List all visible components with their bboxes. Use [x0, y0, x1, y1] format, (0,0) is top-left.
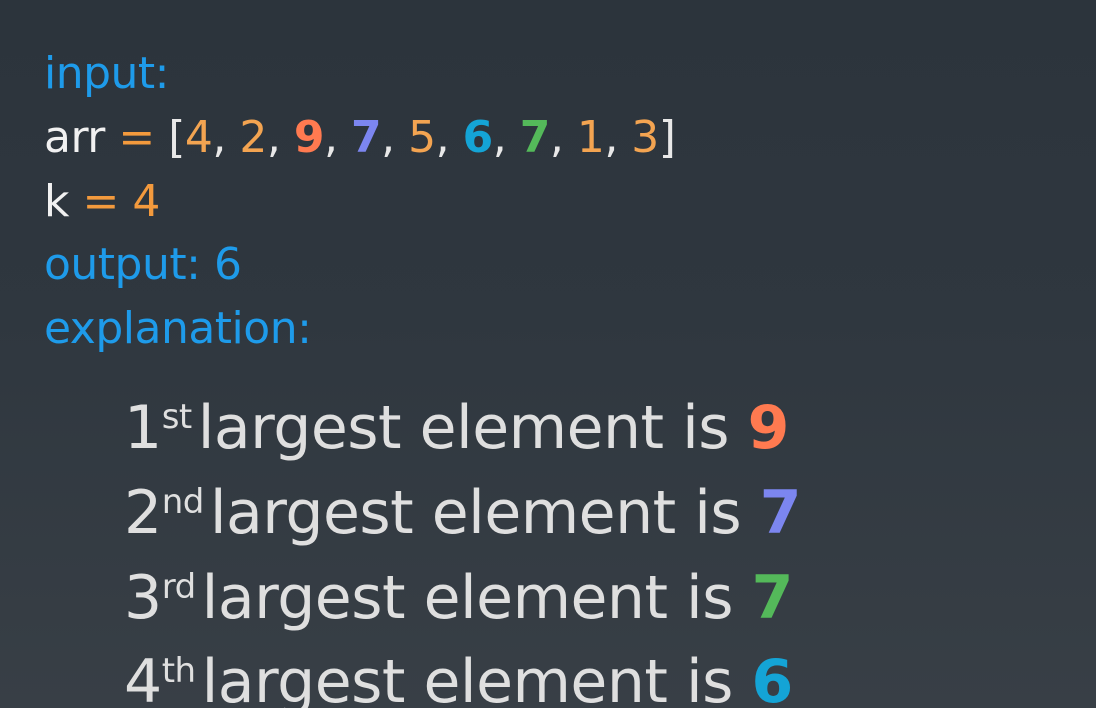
arr-separator: ,	[212, 112, 240, 163]
explanation-label: explanation:	[44, 303, 312, 354]
explanation-value: 9	[747, 393, 790, 463]
k-equals: =	[82, 176, 119, 227]
arr-close-bracket: ]	[658, 112, 676, 163]
explanation-row-3: 3rd largest element is 7	[124, 568, 793, 628]
output-label: output:	[44, 239, 201, 290]
arr-separator: ,	[324, 112, 351, 163]
arr-name: arr	[44, 112, 105, 163]
arr-separator: ,	[549, 112, 577, 163]
explanation-value: 7	[759, 478, 802, 548]
ordinal-suffix: rd	[161, 567, 196, 607]
explanation-text: largest element is	[197, 393, 730, 463]
ordinal-number: 2	[124, 478, 162, 548]
output-line: output: 6	[44, 243, 242, 287]
arr-separator: ,	[381, 112, 409, 163]
explanation-text: largest element is	[209, 478, 742, 548]
slide: input: arr = [4, 2, 9, 7, 5, 6, 7, 1, 3]…	[0, 0, 1096, 708]
ordinal-suffix: th	[161, 651, 196, 691]
arr-value: 1	[576, 112, 605, 163]
arr-line: arr = [4, 2, 9, 7, 5, 6, 7, 1, 3]	[44, 116, 676, 160]
arr-separator: ,	[266, 112, 294, 163]
arr-values: 4, 2, 9, 7, 5, 6, 7, 1, 3	[185, 112, 659, 163]
arr-separator: ,	[492, 112, 520, 163]
explanation-value: 6	[751, 647, 793, 708]
arr-value: 3	[631, 112, 659, 163]
arr-separator: ,	[604, 112, 632, 163]
arr-value: 6	[462, 112, 494, 163]
output-value: 6	[213, 239, 242, 290]
explanation-text: largest element is	[201, 563, 734, 633]
k-name: k	[44, 176, 69, 227]
arr-value: 4	[184, 112, 213, 163]
ordinal-suffix: st	[161, 397, 193, 437]
arr-value: 7	[519, 112, 551, 163]
arr-value: 7	[351, 112, 382, 163]
ordinal-number: 4	[124, 647, 162, 708]
arr-open-bracket: [	[168, 112, 185, 163]
explanation-row-4: 4th largest element is 6	[124, 652, 793, 708]
explanation-text: largest element is	[201, 647, 734, 708]
ordinal-number: 3	[124, 563, 162, 633]
input-label-line: input:	[44, 52, 170, 96]
arr-value: 5	[408, 112, 436, 163]
arr-value: 2	[239, 112, 267, 163]
k-value: 4	[132, 176, 160, 227]
explanation-label-line: explanation:	[44, 307, 312, 351]
arr-equals: =	[118, 112, 155, 163]
arr-value: 9	[293, 112, 325, 163]
k-line: k = 4	[44, 180, 160, 224]
explanation-value: 7	[751, 563, 794, 633]
explanation-row-1: 1st largest element is 9	[124, 398, 789, 458]
explanation-row-2: 2nd largest element is 7	[124, 483, 801, 543]
arr-separator: ,	[435, 112, 463, 163]
input-label: input:	[44, 48, 170, 99]
ordinal-number: 1	[124, 393, 162, 463]
ordinal-suffix: nd	[161, 482, 205, 522]
